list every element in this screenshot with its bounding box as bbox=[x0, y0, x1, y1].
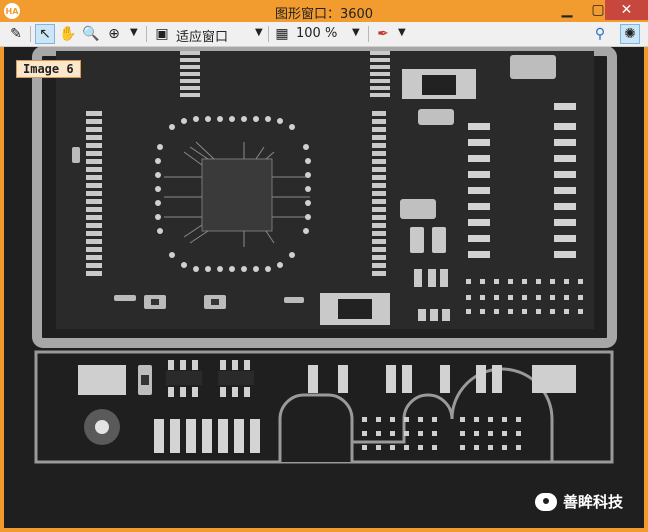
image-name-label: Image 6 bbox=[16, 60, 81, 78]
window-title: 图形窗口：3600 bbox=[274, 7, 374, 22]
zoom-in-icon[interactable]: ⊕ bbox=[104, 24, 124, 44]
chevron-down-icon[interactable]: ▼ bbox=[352, 27, 360, 38]
chevron-down-icon[interactable]: ▼ bbox=[255, 27, 263, 38]
hand-icon[interactable]: ✋ bbox=[58, 24, 78, 44]
magnifier-icon[interactable]: 🔍 bbox=[81, 24, 101, 44]
chat-bubble-icon bbox=[535, 492, 557, 511]
toolbar-separator bbox=[368, 26, 369, 42]
watermark-text: 善眸科技 bbox=[563, 493, 624, 511]
zoom-percent-icon[interactable]: ▦ bbox=[272, 24, 292, 44]
pcb-image bbox=[4, 47, 644, 528]
toolbar-separator bbox=[268, 26, 269, 42]
pin-icon[interactable]: ⚲ bbox=[590, 24, 610, 44]
toolbar-separator bbox=[146, 26, 147, 42]
fit-window-icon[interactable]: ▣ bbox=[152, 24, 172, 44]
toolbar: ✎ ↖ ✋ 🔍 ⊕ ▼ ▣ 适应窗口 ▼ ▦ 100 % ▼ ✒ ▼ ⚲ ✺ bbox=[0, 22, 648, 47]
pointer-icon[interactable]: ↖ bbox=[35, 24, 55, 44]
title-bar[interactable]: HA 图形窗口：3600 ▁ ▢ ✕ bbox=[0, 0, 648, 22]
pencil-icon[interactable]: ✎ bbox=[6, 24, 26, 44]
zoom-percent-select[interactable]: 100 % bbox=[296, 26, 337, 41]
minimize-button[interactable]: ▁ bbox=[552, 0, 582, 20]
graphics-window: HA 图形窗口：3600 ▁ ▢ ✕ ✎ ↖ ✋ 🔍 ⊕ ▼ ▣ 适应窗口 ▼ … bbox=[0, 0, 648, 532]
zoom-mode-select[interactable]: 适应窗口 bbox=[176, 26, 228, 45]
color-picker-icon[interactable]: ✒ bbox=[373, 24, 393, 44]
watermark: 善眸科技 bbox=[535, 491, 623, 512]
close-button[interactable]: ✕ bbox=[605, 0, 648, 20]
settings-icon[interactable]: ✺ bbox=[620, 24, 640, 44]
toolbar-separator bbox=[30, 26, 31, 42]
image-canvas[interactable]: Image 6 bbox=[4, 47, 644, 528]
chevron-down-icon[interactable]: ▼ bbox=[398, 27, 406, 38]
chevron-down-icon[interactable]: ▼ bbox=[130, 27, 138, 38]
